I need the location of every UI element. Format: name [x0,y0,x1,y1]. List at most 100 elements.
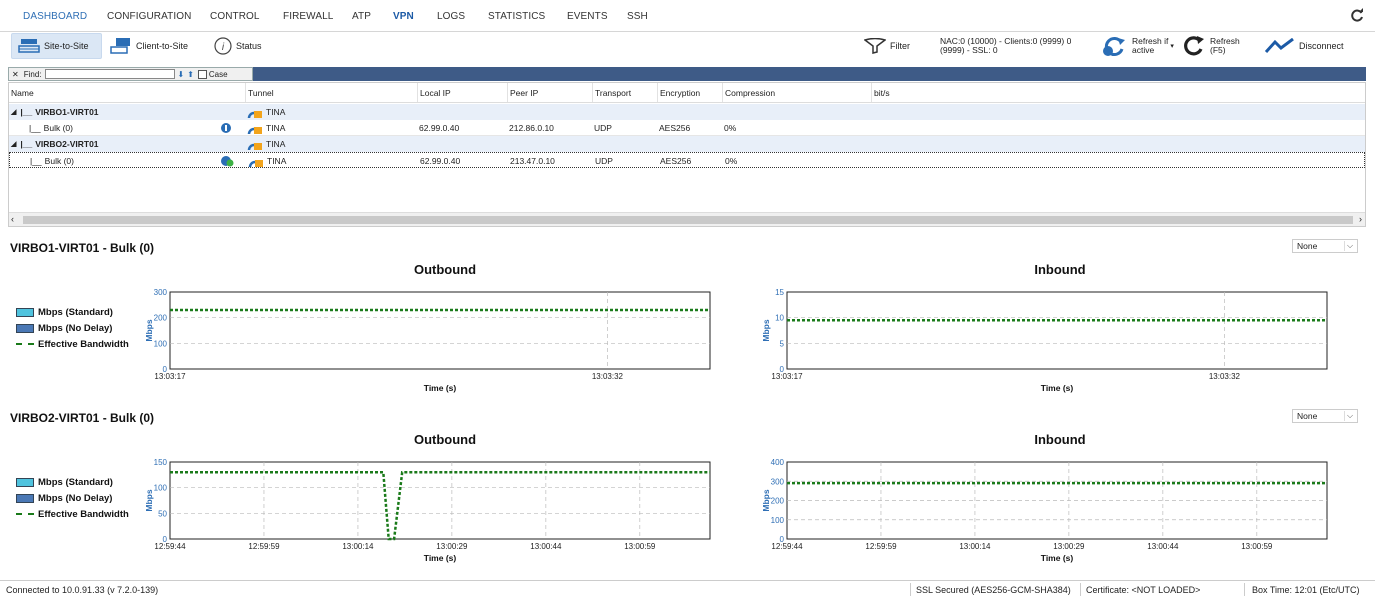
compression: 0% [724,123,737,133]
case-label: Case [208,69,228,79]
find-next-icon[interactable]: ⬇ [178,70,185,79]
scroll-right-icon[interactable]: › [1359,214,1362,224]
transport: UDP [595,156,613,166]
y-axis-label: Mbps [144,489,154,511]
table-row-group[interactable]: ◢ |__ VIRBO2-VIRT01 TINA [9,136,1365,152]
collapse-icon[interactable]: ◢ [11,108,16,116]
col-compression[interactable]: Compression [722,83,871,102]
status-button[interactable]: i Status [214,33,274,59]
x-tick-label: 13:00:14 [342,542,374,551]
tree-line-icon: |__ [29,123,41,133]
swatch-nodelay [16,323,34,333]
x-tick-label: 13:00:29 [436,542,468,551]
client-to-site-icon [110,38,130,54]
case-checkbox[interactable] [197,69,207,79]
x-tick-label: 13:00:29 [1053,542,1085,551]
collapse-icon[interactable]: ◢ [11,140,16,148]
y-tick-label: 200 [771,497,785,506]
divider [1244,583,1245,596]
section-title-2: VIRBO2-VIRT01 - Bulk (0) [10,411,155,425]
x-tick-label: 13:00:44 [1147,542,1179,551]
x-axis-label: Time (s) [424,553,457,563]
nav-ssh[interactable]: SSH [627,11,648,22]
legend-label: Mbps (No Delay) [38,492,113,504]
nav-events[interactable]: EVENTS [567,11,608,22]
site-to-site-button[interactable]: Site-to-Site [11,33,102,59]
nav-dashboard[interactable]: DASHBOARD [23,11,87,22]
site-to-site-icon [18,39,40,53]
chevron-down-icon[interactable]: ⌵ [1344,411,1355,421]
col-bits[interactable]: bit/s [871,83,1365,102]
nav-atp[interactable]: ATP [352,11,371,22]
tree-line-icon: |__ [20,107,33,117]
table-row[interactable]: |__ Bulk (0) TINA 62.99.0.40 213.47.0.10… [9,152,1365,168]
col-peer-ip[interactable]: Peer IP [507,83,592,102]
chart-title-inbound-1: Inbound [1034,262,1086,277]
x-tick-label: 13:00:14 [959,542,991,551]
status-ok-icon [221,156,234,167]
col-encryption[interactable]: Encryption [657,83,722,102]
nac-line-2: (9999) - SSL: 0 [940,45,998,55]
x-tick-label: 13:00:59 [624,542,656,551]
time-range-select-1[interactable]: None ⌵ [1292,239,1358,253]
table-row[interactable]: |__ Bulk (0) TINA 62.99.0.40 212.86.0.10… [9,120,1365,136]
nav-vpn[interactable]: VPN [393,11,414,22]
filter-button[interactable]: Filter [864,33,916,59]
top-nav: DASHBOARD CONFIGURATION CONTROL FIREWALL… [0,0,1375,32]
col-transport[interactable]: Transport [592,83,657,102]
nac-info: NAC:0 (10000) - Clients:0 (9999) 0 (9999… [940,33,1090,59]
refresh-label-2: (F5) [1210,45,1226,55]
table-row-group[interactable]: ◢ |__ VIRBO1-VIRT01 TINA [9,104,1365,120]
legend-item-nodelay: Mbps (No Delay) [16,490,129,506]
refresh-if-active-button[interactable]: Refresh if active ▾ [1102,33,1174,59]
nav-logs[interactable]: LOGS [437,11,465,22]
divider [910,583,911,596]
scroll-thumb[interactable] [23,216,1353,224]
client-to-site-button[interactable]: Client-to-Site [110,33,202,59]
nav-statistics[interactable]: STATISTICS [488,11,545,22]
dropdown-arrow-icon[interactable]: ▾ [1170,42,1174,51]
x-tick-label: 12:59:59 [865,542,897,551]
nav-firewall[interactable]: FIREWALL [283,11,333,22]
y-tick-label: 300 [154,288,168,297]
find-prev-icon[interactable]: ⬆ [187,70,194,79]
find-label: Find: [23,69,42,79]
y-tick-label: 100 [154,484,168,493]
find-input[interactable] [44,69,175,79]
local-ip: 62.99.0.40 [420,156,461,166]
row-name-label: VIRBO2-VIRT01 [35,139,99,149]
disconnect-button[interactable]: Disconnect [1265,33,1355,59]
x-axis-label: Time (s) [1041,553,1074,563]
peer-ip: 212.86.0.10 [509,123,554,133]
legend-item-standard: Mbps (Standard) [16,474,129,490]
row-name: |__ Bulk (0) [10,153,246,169]
nav-configuration[interactable]: CONFIGURATION [107,11,191,22]
ssl-status: SSL Secured (AES256-GCM-SHA384) [916,585,1071,595]
col-tunnel[interactable]: Tunnel [245,83,417,102]
row-name: ◢ |__ VIRBO1-VIRT01 [9,104,245,120]
swatch-nodelay [16,493,34,503]
refresh-icon[interactable] [1349,8,1365,24]
row-name: |__ Bulk (0) [9,120,245,136]
horizontal-scrollbar[interactable]: ‹ › [9,212,1365,226]
y-tick-label: 100 [771,516,785,525]
x-tick-label: 12:59:44 [771,542,803,551]
col-name[interactable]: Name [9,83,245,102]
time-range-select-2[interactable]: None ⌵ [1292,409,1358,423]
chevron-down-icon[interactable]: ⌵ [1344,241,1355,251]
chart-title-outbound-1: Outbound [413,262,477,277]
x-axis-label: Time (s) [424,383,457,393]
scroll-left-icon[interactable]: ‹ [11,214,14,224]
divider [1080,583,1081,596]
y-tick-label: 400 [771,458,785,467]
nav-control[interactable]: CONTROL [210,11,260,22]
tunnel-lock-icon [247,127,262,134]
tunnel-lock-icon [248,160,263,167]
close-find-icon[interactable]: ✕ [12,70,19,79]
col-local-ip[interactable]: Local IP [417,83,507,102]
plot-area [169,461,711,540]
swatch-standard [16,477,34,487]
client-to-site-label: Client-to-Site [136,41,189,51]
legend-label: Effective Bandwidth [38,508,129,520]
refresh-button[interactable]: Refresh (F5) [1182,33,1244,59]
